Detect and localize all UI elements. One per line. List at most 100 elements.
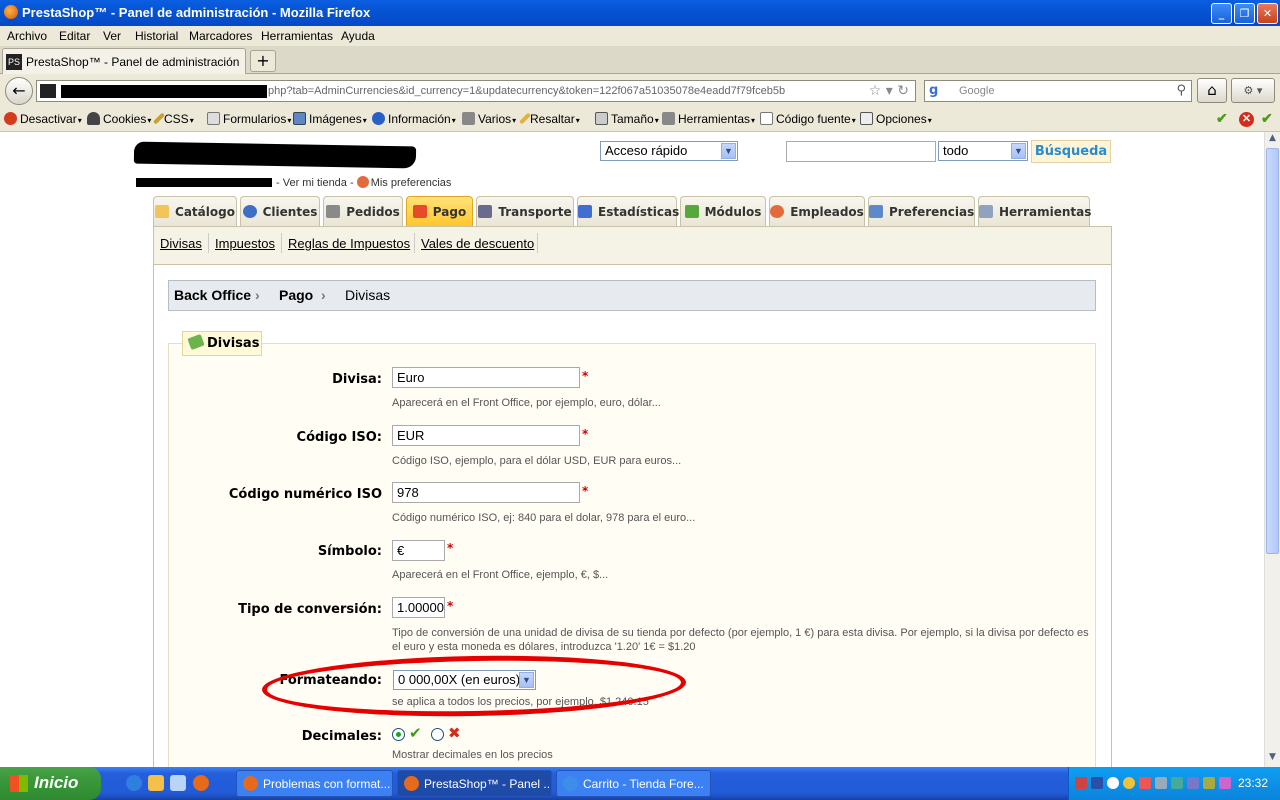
url-bar[interactable]: php?tab=AdminCurrencies&id_currency=1&up…: [36, 80, 916, 102]
menu-herramientas[interactable]: Herramientas: [261, 29, 333, 43]
bluetooth-icon[interactable]: [1091, 777, 1103, 789]
dev-formularios[interactable]: Formularios▾: [207, 112, 291, 126]
admin-search-input[interactable]: [786, 141, 936, 162]
dev-herramientas[interactable]: Herramientas▾: [662, 112, 755, 126]
money-icon: [187, 333, 205, 351]
menu-ayuda[interactable]: Ayuda: [341, 29, 375, 43]
tab-preferencias[interactable]: Preferencias: [868, 196, 975, 227]
dev-opciones[interactable]: Opciones▾: [860, 112, 932, 126]
dev-desactivar[interactable]: Desactivar▾: [4, 112, 82, 126]
symbol-input[interactable]: €: [392, 540, 445, 561]
tray-icon[interactable]: [1123, 777, 1135, 789]
dev-tamano[interactable]: Tamaño▾: [595, 112, 659, 126]
menu-archivo[interactable]: Archivo: [7, 29, 47, 43]
misc-icon: [462, 112, 475, 125]
extension-button[interactable]: ⚙ ▾: [1231, 78, 1275, 103]
search-button[interactable]: Búsqueda: [1031, 140, 1111, 163]
bookmark-star-icon[interactable]: ☆ ▾ ↻: [869, 83, 909, 99]
iso-code-input[interactable]: EUR: [392, 425, 580, 446]
tab-pago[interactable]: Pago: [406, 196, 473, 227]
scroll-thumb[interactable]: [1266, 148, 1279, 554]
minimize-button[interactable]: _: [1211, 3, 1232, 24]
tab-estadisticas[interactable]: Estadísticas: [577, 196, 679, 227]
browser-tab[interactable]: PS PrestaShop™ - Panel de administración: [2, 48, 246, 74]
quick-access-select[interactable]: Acceso rápido ▼: [600, 141, 738, 161]
tray-icon[interactable]: [1171, 777, 1183, 789]
dev-imagenes[interactable]: Imágenes▾: [293, 112, 367, 126]
conversion-rate-input[interactable]: 1.00000: [392, 597, 445, 618]
window-title: PrestaShop™ - Panel de administración - …: [22, 5, 371, 20]
scroll-up-icon[interactable]: ▲: [1266, 133, 1279, 147]
menu-editar[interactable]: Editar: [59, 29, 90, 43]
iso-numeric-input[interactable]: 978: [392, 482, 580, 503]
error-icon[interactable]: ✕: [1239, 112, 1254, 127]
taskbar-item-carrito[interactable]: Carrito - Tienda Fore...: [556, 770, 711, 797]
dev-resaltar[interactable]: Resaltar▾: [518, 112, 580, 126]
tab-modulos-label: Módulos: [704, 205, 762, 219]
firefox-quicklaunch-icon[interactable]: [193, 775, 209, 791]
tray-icon[interactable]: [1219, 777, 1231, 789]
iso-numeric-label: Código numérico ISO: [228, 487, 382, 502]
tab-empleados[interactable]: Empleados: [769, 196, 865, 227]
tab-transporte[interactable]: Transporte: [476, 196, 574, 227]
dev-varios[interactable]: Varios▾: [462, 112, 516, 126]
dev-informacion[interactable]: Información▾: [372, 112, 456, 126]
menu-ver[interactable]: Ver: [103, 29, 121, 43]
scroll-down-icon[interactable]: ▼: [1266, 752, 1279, 766]
start-button[interactable]: Inicio: [0, 767, 101, 800]
dev-codigo-fuente[interactable]: Código fuente▾: [760, 112, 856, 126]
dev-css[interactable]: CSS▾: [152, 112, 194, 126]
search-bar[interactable]: g Google ⚲: [924, 80, 1192, 102]
subnav-vales-descuento[interactable]: Vales de descuento: [421, 236, 534, 251]
breadcrumb: Back Office › Pago › Divisas: [168, 280, 1096, 311]
email-quicklaunch-icon[interactable]: [148, 775, 164, 791]
dev-css-label: CSS: [164, 112, 189, 126]
tab-clientes[interactable]: Clientes: [240, 196, 320, 227]
taskbar-item-prestashop[interactable]: PrestaShop™ - Panel ...: [397, 770, 552, 797]
dev-imagenes-label: Imágenes: [309, 112, 362, 126]
tray-icon[interactable]: [1107, 777, 1119, 789]
home-button[interactable]: ⌂: [1197, 78, 1227, 103]
tab-preferencias-label: Preferencias: [889, 205, 975, 219]
tab-modulos[interactable]: Módulos: [680, 196, 766, 227]
decimals-yes-radio[interactable]: [392, 728, 405, 741]
tab-clientes-label: Clientes: [262, 205, 318, 219]
subnav-impuestos[interactable]: Impuestos: [215, 236, 275, 251]
currency-name-label: Divisa:: [332, 372, 382, 387]
web-developer-toolbar: Desactivar▾ Cookies▾ CSS▾ Formularios▾ I…: [0, 106, 1280, 132]
subnav-reglas-impuestos[interactable]: Reglas de Impuestos: [288, 236, 410, 251]
tab-pedidos[interactable]: Pedidos: [323, 196, 403, 227]
view-shop-link[interactable]: - Ver mi tienda -: [276, 177, 354, 189]
new-tab-button[interactable]: +: [250, 50, 276, 72]
tab-herramientas[interactable]: Herramientas: [978, 196, 1091, 227]
desktop-quicklaunch-icon[interactable]: [170, 775, 186, 791]
my-preferences-link[interactable]: Mis preferencias: [371, 177, 452, 189]
dev-cookies[interactable]: Cookies▾: [87, 112, 151, 126]
windows-flag-icon: [10, 775, 28, 792]
restore-button[interactable]: ❐: [1234, 3, 1255, 24]
network-icon[interactable]: [1155, 777, 1167, 789]
tray-icon[interactable]: [1187, 777, 1199, 789]
valid-html-check-icon[interactable]: ✔: [1261, 110, 1273, 127]
breadcrumb-back-office[interactable]: Back Office: [174, 287, 251, 303]
tab-catalogo[interactable]: Catálogo: [153, 196, 237, 227]
breadcrumb-pago[interactable]: Pago: [279, 287, 313, 303]
search-scope-select[interactable]: todo ▼: [938, 141, 1028, 161]
dev-desactivar-label: Desactivar: [20, 112, 77, 126]
volume-icon[interactable]: [1203, 777, 1215, 789]
menu-marcadores[interactable]: Marcadores: [189, 29, 252, 43]
tray-icon[interactable]: [1139, 777, 1151, 789]
valid-css-check-icon[interactable]: ✔: [1216, 110, 1228, 127]
back-button[interactable]: ←: [5, 77, 33, 105]
menu-historial[interactable]: Historial: [135, 29, 178, 43]
vertical-scrollbar[interactable]: ▲ ▼: [1264, 132, 1280, 767]
close-button[interactable]: ✕: [1257, 3, 1278, 24]
iso-code-hint: Código ISO, ejemplo, para el dólar USD, …: [392, 455, 682, 467]
subnav-divisas[interactable]: Divisas: [160, 236, 202, 251]
taskbar-item-problemas[interactable]: Problemas con format...: [236, 770, 393, 797]
search-icon[interactable]: ⚲: [1176, 83, 1186, 98]
ie-quicklaunch-icon[interactable]: [126, 775, 142, 791]
decimals-no-radio[interactable]: [431, 728, 444, 741]
tray-icon[interactable]: [1075, 777, 1087, 789]
currency-name-input[interactable]: Euro: [392, 367, 580, 388]
